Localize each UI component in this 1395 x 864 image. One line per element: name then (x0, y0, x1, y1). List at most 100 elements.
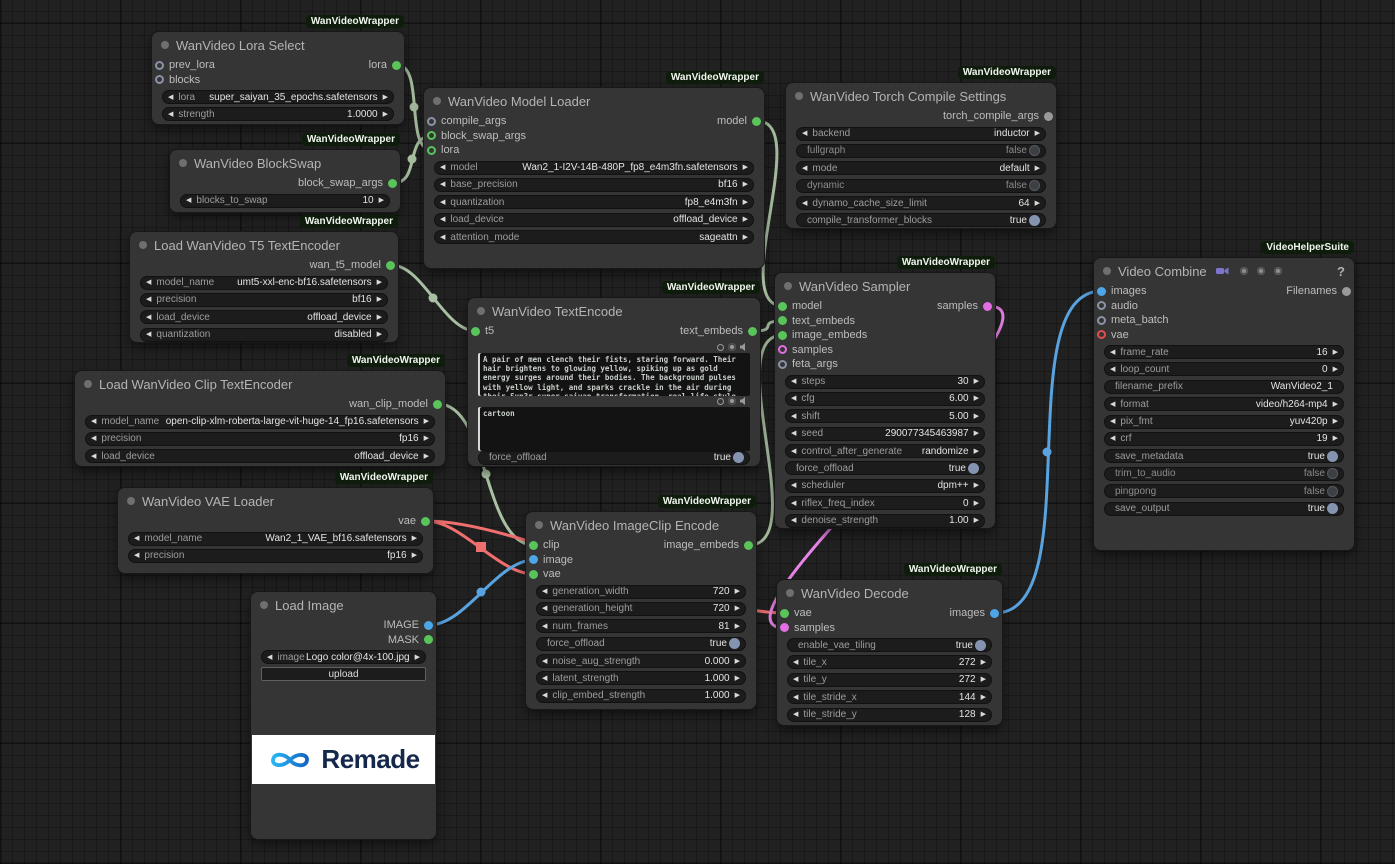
node-torch-compile-settings[interactable]: WanVideoWrapper WanVideo Torch Compile S… (786, 83, 1056, 228)
node-titlebar[interactable]: WanVideo VAE Loader (118, 488, 433, 514)
input-slot-t5[interactable]: t5 (471, 325, 499, 337)
widget-format[interactable]: ◀formatvideo/h264-mp4▶ (1104, 397, 1344, 411)
input-slot-compile-args[interactable]: compile_args (427, 115, 511, 127)
stepper-right-icon[interactable]: ▶ (743, 234, 748, 241)
widget-fullgraph[interactable]: fullgraphfalse (796, 144, 1046, 158)
output-slot-text-embeds[interactable]: text_embeds (675, 325, 757, 337)
stepper-left-icon[interactable]: ◀ (793, 676, 798, 683)
stepper-right-icon[interactable]: ▶ (735, 605, 740, 612)
widget-load-device[interactable]: ◀load_deviceoffload_device▶ (85, 449, 435, 463)
node-imageclip-encode[interactable]: WanVideoWrapper WanVideo ImageClip Encod… (526, 512, 756, 709)
widget-model-name[interactable]: ◀model_nameWan2_1_VAE_bf16.safetensors▶ (128, 532, 423, 546)
stepper-left-icon[interactable]: ◀ (134, 535, 139, 542)
toggle-knob-icon[interactable] (968, 463, 979, 474)
stepper-left-icon[interactable]: ◀ (1110, 349, 1115, 356)
widget-save-metadata[interactable]: save_metadatatrue (1104, 449, 1344, 463)
widget-cfg[interactable]: ◀cfg6.00▶ (785, 392, 985, 406)
stepper-right-icon[interactable]: ▶ (1333, 401, 1338, 408)
widget-tile-stride-y[interactable]: ◀tile_stride_y128▶ (787, 708, 992, 722)
wire-reroute-dot[interactable] (477, 588, 486, 597)
collapse-dot-icon[interactable] (477, 307, 485, 315)
stepper-left-icon[interactable]: ◀ (186, 197, 191, 204)
widget-control-after-generate[interactable]: ◀control_after_generaterandomize▶ (785, 444, 985, 458)
collapse-dot-icon[interactable] (84, 380, 92, 388)
output-port-icon[interactable] (392, 61, 401, 70)
input-slot-feta-args[interactable]: feta_args (778, 358, 843, 370)
widget-force-offload[interactable]: force_offloadtrue (785, 461, 985, 475)
stepper-right-icon[interactable]: ▶ (974, 378, 979, 385)
preview-option-icon[interactable] (1274, 267, 1282, 275)
stepper-left-icon[interactable]: ◀ (1110, 401, 1115, 408)
pin-icon[interactable] (717, 344, 724, 351)
stepper-right-icon[interactable]: ▶ (743, 216, 748, 223)
widget-scheduler[interactable]: ◀schedulerdpm++▶ (785, 479, 985, 493)
node-titlebar[interactable]: Load WanVideo T5 TextEncoder (130, 232, 398, 258)
node-titlebar[interactable]: WanVideo ImageClip Encode (526, 512, 756, 538)
upload-button[interactable]: upload (261, 667, 426, 681)
stepper-right-icon[interactable]: ▶ (383, 94, 388, 101)
stepper-right-icon[interactable]: ▶ (735, 675, 740, 682)
output-slot-wan-t5-model[interactable]: wan_t5_model (304, 259, 395, 271)
stepper-left-icon[interactable]: ◀ (267, 654, 272, 661)
output-slot-mask[interactable]: MASK (383, 634, 433, 646)
toggle-knob-icon[interactable] (1327, 503, 1338, 514)
input-slot-image[interactable]: image (529, 554, 578, 566)
widget-num-frames[interactable]: ◀num_frames81▶ (536, 619, 746, 633)
input-slot-image-embeds[interactable]: image_embeds (778, 329, 872, 341)
input-port-icon[interactable] (778, 360, 787, 369)
input-port-icon[interactable] (155, 61, 164, 70)
stepper-left-icon[interactable]: ◀ (146, 314, 151, 321)
stepper-left-icon[interactable]: ◀ (1110, 435, 1115, 442)
stepper-left-icon[interactable]: ◀ (146, 296, 151, 303)
toggle-knob-icon[interactable] (1327, 468, 1338, 479)
speaker-icon[interactable] (740, 338, 748, 356)
widget-riflex-freq-index[interactable]: ◀riflex_freq_index0▶ (785, 496, 985, 510)
stepper-right-icon[interactable]: ▶ (1035, 130, 1040, 137)
output-port-icon[interactable] (424, 635, 433, 644)
output-port-icon[interactable] (1342, 287, 1351, 296)
widget-precision[interactable]: ◀precisionbf16▶ (140, 293, 388, 307)
stepper-right-icon[interactable]: ▶ (377, 331, 382, 338)
stepper-left-icon[interactable]: ◀ (791, 482, 796, 489)
input-port-icon[interactable] (1097, 330, 1106, 339)
stepper-right-icon[interactable]: ▶ (981, 711, 986, 718)
node-wanvideo-decode[interactable]: WanVideoWrapper WanVideo Decode vaeimage… (777, 580, 1002, 725)
stepper-right-icon[interactable]: ▶ (735, 623, 740, 630)
node-titlebar[interactable]: Load WanVideo Clip TextEncoder (75, 371, 445, 397)
widget-loop-count[interactable]: ◀loop_count0▶ (1104, 362, 1344, 376)
wire-reroute-dot[interactable] (429, 294, 438, 303)
widget-generation-width[interactable]: ◀generation_width720▶ (536, 585, 746, 599)
widget-quantization[interactable]: ◀quantizationfp8_e4m3fn▶ (434, 195, 754, 209)
stepper-left-icon[interactable]: ◀ (542, 692, 547, 699)
stepper-left-icon[interactable]: ◀ (134, 552, 139, 559)
stepper-left-icon[interactable]: ◀ (440, 216, 445, 223)
stepper-right-icon[interactable]: ▶ (974, 482, 979, 489)
widget-save-output[interactable]: save_outputtrue (1104, 502, 1344, 516)
stepper-right-icon[interactable]: ▶ (981, 676, 986, 683)
collapse-dot-icon[interactable] (786, 589, 794, 597)
widget-force-offload[interactable]: force_offloadtrue (536, 637, 746, 651)
node-titlebar[interactable]: WanVideo Torch Compile Settings (786, 83, 1056, 109)
stepper-left-icon[interactable]: ◀ (791, 378, 796, 385)
stepper-right-icon[interactable]: ▶ (383, 111, 388, 118)
input-slot-audio[interactable]: audio (1097, 300, 1143, 312)
collapse-dot-icon[interactable] (139, 241, 147, 249)
widget-frame-rate[interactable]: ◀frame_rate16▶ (1104, 345, 1344, 359)
widget-generation-height[interactable]: ◀generation_height720▶ (536, 602, 746, 616)
stepper-right-icon[interactable]: ▶ (1333, 418, 1338, 425)
stepper-left-icon[interactable]: ◀ (542, 675, 547, 682)
stepper-left-icon[interactable]: ◀ (146, 279, 151, 286)
widget-shift[interactable]: ◀shift5.00▶ (785, 409, 985, 423)
widget-seed[interactable]: ◀seed290077345463987▶ (785, 427, 985, 441)
wire-reroute-dot[interactable] (1043, 448, 1052, 457)
node-titlebar[interactable]: WanVideo TextEncode (468, 298, 760, 324)
output-port-icon[interactable] (748, 327, 757, 336)
stepper-left-icon[interactable]: ◀ (793, 711, 798, 718)
stepper-right-icon[interactable]: ▶ (974, 395, 979, 402)
output-slot-image[interactable]: IMAGE (379, 619, 433, 631)
stepper-right-icon[interactable]: ▶ (424, 453, 429, 460)
stepper-right-icon[interactable]: ▶ (743, 164, 748, 171)
node-wanvideo-vae-loader[interactable]: WanVideoWrapper WanVideo VAE Loader vae … (118, 488, 433, 573)
output-slot-vae[interactable]: vae (393, 515, 430, 527)
toggle-knob-icon[interactable] (975, 640, 986, 651)
